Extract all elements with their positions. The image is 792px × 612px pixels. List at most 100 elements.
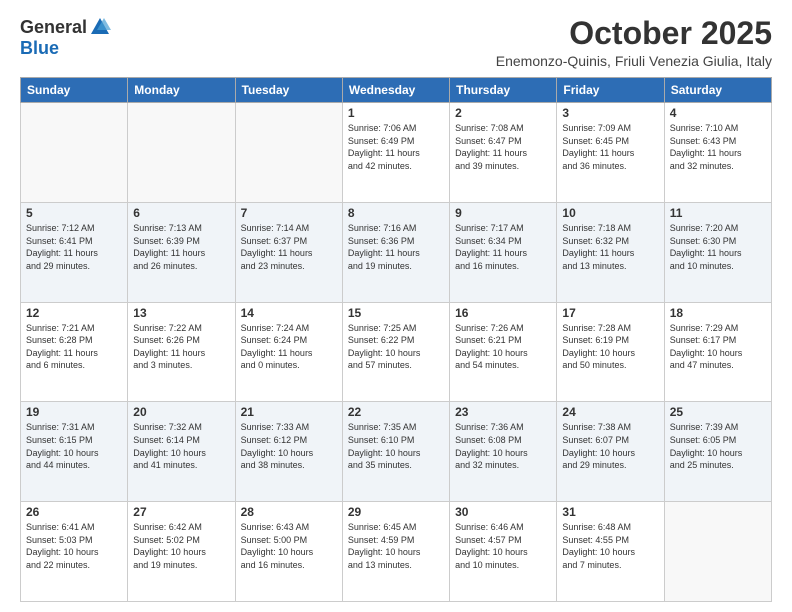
table-row [21,103,128,203]
col-sunday: Sunday [21,78,128,103]
day-number: 2 [455,106,551,120]
day-number: 21 [241,405,337,419]
day-number: 10 [562,206,658,220]
day-number: 17 [562,306,658,320]
table-row [128,103,235,203]
day-info: Sunrise: 7:28 AM Sunset: 6:19 PM Dayligh… [562,322,658,372]
logo-general-text: General [20,17,87,38]
table-row: 31 Sunrise: 6:48 AM Sunset: 4:55 PM Dayli… [557,502,664,602]
day-number: 29 [348,505,444,519]
day-info: Sunrise: 6:45 AM Sunset: 4:59 PM Dayligh… [348,521,444,571]
day-info: Sunrise: 7:36 AM Sunset: 6:08 PM Dayligh… [455,421,551,471]
table-row: 7 Sunrise: 7:14 AM Sunset: 6:37 PM Daylig… [235,202,342,302]
table-row: 3 Sunrise: 7:09 AM Sunset: 6:45 PM Daylig… [557,103,664,203]
table-row: 24Sunrise: 7:38 AM Sunset: 6:07 PM Dayli… [557,402,664,502]
day-number: 7 [241,206,337,220]
table-row: 10 Sunrise: 7:18 AM Sunset: 6:32 PM Dayli… [557,202,664,302]
day-info: Sunrise: 7:35 AM Sunset: 6:10 PM Dayligh… [348,421,444,471]
table-row: 25 Sunrise: 7:39 AM Sunset: 6:05 PM Dayli… [664,402,771,502]
table-row: 1 Sunrise: 7:06 AM Sunset: 6:49 PM Daylig… [342,103,449,203]
calendar-week-row: 19 Sunrise: 7:31 AM Sunset: 6:15 PM Dayli… [21,402,772,502]
logo: General Blue [20,16,111,59]
table-row: 9Sunrise: 7:17 AM Sunset: 6:34 PM Daylig… [450,202,557,302]
day-info: Sunrise: 7:33 AM Sunset: 6:12 PM Dayligh… [241,421,337,471]
day-number: 24 [562,405,658,419]
table-row: 16Sunrise: 7:26 AM Sunset: 6:21 PM Dayli… [450,302,557,402]
day-number: 27 [133,505,229,519]
day-number: 26 [26,505,122,519]
table-row: 5 Sunrise: 7:12 AM Sunset: 6:41 PM Daylig… [21,202,128,302]
header: General Blue October 2025 Enemonzo-Quini… [20,16,772,69]
table-row: 23 Sunrise: 7:36 AM Sunset: 6:08 PM Dayli… [450,402,557,502]
col-thursday: Thursday [450,78,557,103]
day-number: 23 [455,405,551,419]
col-wednesday: Wednesday [342,78,449,103]
table-row: 27 Sunrise: 6:42 AM Sunset: 5:02 PM Dayli… [128,502,235,602]
day-info: Sunrise: 7:18 AM Sunset: 6:32 PM Dayligh… [562,222,658,272]
day-info: Sunrise: 6:48 AM Sunset: 4:55 PM Dayligh… [562,521,658,571]
day-number: 19 [26,405,122,419]
table-row: 21 Sunrise: 7:33 AM Sunset: 6:12 PM Dayli… [235,402,342,502]
logo-icon [89,16,111,38]
day-number: 14 [241,306,337,320]
table-row: 19 Sunrise: 7:31 AM Sunset: 6:15 PM Dayli… [21,402,128,502]
day-number: 30 [455,505,551,519]
day-info: Sunrise: 7:22 AM Sunset: 6:26 PM Dayligh… [133,322,229,372]
day-info: Sunrise: 7:06 AM Sunset: 6:49 PM Dayligh… [348,122,444,172]
day-info: Sunrise: 7:10 AM Sunset: 6:43 PM Dayligh… [670,122,766,172]
main-title: October 2025 [496,16,772,51]
table-row: 30 Sunrise: 6:46 AM Sunset: 4:57 PM Dayli… [450,502,557,602]
day-info: Sunrise: 7:17 AM Sunset: 6:34 PM Dayligh… [455,222,551,272]
calendar-week-row: 26 Sunrise: 6:41 AM Sunset: 5:03 PM Dayli… [21,502,772,602]
day-info: Sunrise: 6:46 AM Sunset: 4:57 PM Dayligh… [455,521,551,571]
table-row: 18Sunrise: 7:29 AM Sunset: 6:17 PM Dayli… [664,302,771,402]
day-info: Sunrise: 7:21 AM Sunset: 6:28 PM Dayligh… [26,322,122,372]
day-number: 31 [562,505,658,519]
day-info: Sunrise: 7:09 AM Sunset: 6:45 PM Dayligh… [562,122,658,172]
day-info: Sunrise: 6:42 AM Sunset: 5:02 PM Dayligh… [133,521,229,571]
day-info: Sunrise: 7:08 AM Sunset: 6:47 PM Dayligh… [455,122,551,172]
day-number: 13 [133,306,229,320]
table-row: 29 Sunrise: 6:45 AM Sunset: 4:59 PM Dayli… [342,502,449,602]
day-number: 12 [26,306,122,320]
day-number: 25 [670,405,766,419]
table-row: 4 Sunrise: 7:10 AM Sunset: 6:43 PM Daylig… [664,103,771,203]
day-number: 6 [133,206,229,220]
day-info: Sunrise: 7:31 AM Sunset: 6:15 PM Dayligh… [26,421,122,471]
table-row: 15Sunrise: 7:25 AM Sunset: 6:22 PM Dayli… [342,302,449,402]
title-section: October 2025 Enemonzo-Quinis, Friuli Ven… [496,16,772,69]
day-info: Sunrise: 7:12 AM Sunset: 6:41 PM Dayligh… [26,222,122,272]
day-number: 5 [26,206,122,220]
table-row: 8Sunrise: 7:16 AM Sunset: 6:36 PM Daylig… [342,202,449,302]
day-number: 28 [241,505,337,519]
table-row: 11 Sunrise: 7:20 AM Sunset: 6:30 PM Dayli… [664,202,771,302]
day-info: Sunrise: 7:20 AM Sunset: 6:30 PM Dayligh… [670,222,766,272]
table-row: 17 Sunrise: 7:28 AM Sunset: 6:19 PM Dayli… [557,302,664,402]
day-info: Sunrise: 7:29 AM Sunset: 6:17 PM Dayligh… [670,322,766,372]
table-row: 6Sunrise: 7:13 AM Sunset: 6:39 PM Daylig… [128,202,235,302]
calendar-week-row: 12 Sunrise: 7:21 AM Sunset: 6:28 PM Dayli… [21,302,772,402]
table-row: 13 Sunrise: 7:22 AM Sunset: 6:26 PM Dayli… [128,302,235,402]
day-info: Sunrise: 7:26 AM Sunset: 6:21 PM Dayligh… [455,322,551,372]
day-info: Sunrise: 6:41 AM Sunset: 5:03 PM Dayligh… [26,521,122,571]
day-number: 4 [670,106,766,120]
col-monday: Monday [128,78,235,103]
day-info: Sunrise: 6:43 AM Sunset: 5:00 PM Dayligh… [241,521,337,571]
col-saturday: Saturday [664,78,771,103]
day-number: 20 [133,405,229,419]
day-number: 22 [348,405,444,419]
table-row: 22 Sunrise: 7:35 AM Sunset: 6:10 PM Dayli… [342,402,449,502]
day-number: 1 [348,106,444,120]
logo-blue-text: Blue [20,38,59,59]
table-row: 12 Sunrise: 7:21 AM Sunset: 6:28 PM Dayli… [21,302,128,402]
day-info: Sunrise: 7:14 AM Sunset: 6:37 PM Dayligh… [241,222,337,272]
table-row: 2 Sunrise: 7:08 AM Sunset: 6:47 PM Daylig… [450,103,557,203]
col-tuesday: Tuesday [235,78,342,103]
col-friday: Friday [557,78,664,103]
day-info: Sunrise: 7:39 AM Sunset: 6:05 PM Dayligh… [670,421,766,471]
table-row: 28 Sunrise: 6:43 AM Sunset: 5:00 PM Dayli… [235,502,342,602]
calendar-week-row: 1 Sunrise: 7:06 AM Sunset: 6:49 PM Daylig… [21,103,772,203]
day-number: 11 [670,206,766,220]
day-number: 8 [348,206,444,220]
day-number: 3 [562,106,658,120]
